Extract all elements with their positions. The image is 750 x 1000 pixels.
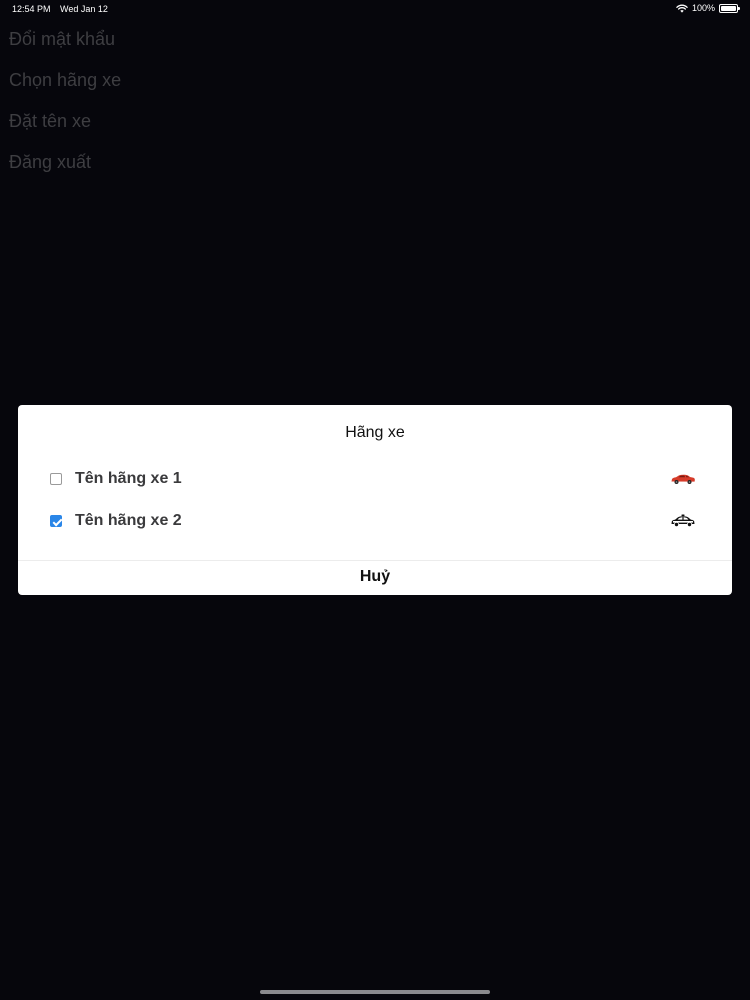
wifi-icon xyxy=(676,4,688,13)
status-date: Wed Jan 12 xyxy=(60,4,108,14)
red-car-icon xyxy=(671,474,695,484)
cancel-button[interactable]: Huỷ xyxy=(18,561,732,595)
brand-option-2-checkbox[interactable] xyxy=(50,515,62,527)
brand-picker-dialog: Hãng xe Tên hãng xe 1 Tên hãng xe 2 Huỷ xyxy=(18,405,732,595)
brand-option-1-label: Tên hãng xe 1 xyxy=(75,470,182,487)
status-time: 12:54 PM xyxy=(12,4,51,14)
battery-percent: 100% xyxy=(691,3,715,13)
brand-option-1-checkbox[interactable] xyxy=(50,473,62,485)
brand-option-1[interactable]: Tên hãng xe 1 xyxy=(50,465,696,493)
brand-option-2[interactable]: Tên hãng xe 2 xyxy=(50,507,696,535)
menu-item-name-car[interactable]: Đặt tên xe xyxy=(9,108,121,149)
battery-level xyxy=(721,5,736,11)
police-car-icon xyxy=(671,514,695,527)
menu-item-change-password[interactable]: Đổi mật khẩu xyxy=(9,26,121,67)
home-indicator[interactable] xyxy=(260,990,490,994)
battery-tip xyxy=(738,6,740,10)
battery-icon xyxy=(719,3,740,13)
dialog-title: Hãng xe xyxy=(345,424,405,441)
status-indicators: 100% xyxy=(676,3,740,13)
settings-menu: Đổi mật khẩu Chọn hãng xe Đặt tên xe Đăn… xyxy=(9,26,121,190)
brand-option-2-label: Tên hãng xe 2 xyxy=(75,512,182,529)
menu-item-logout[interactable]: Đăng xuất xyxy=(9,149,121,190)
status-bar: 12:54 PM Wed Jan 12 100% xyxy=(0,0,750,18)
menu-item-choose-brand[interactable]: Chọn hãng xe xyxy=(9,67,121,108)
